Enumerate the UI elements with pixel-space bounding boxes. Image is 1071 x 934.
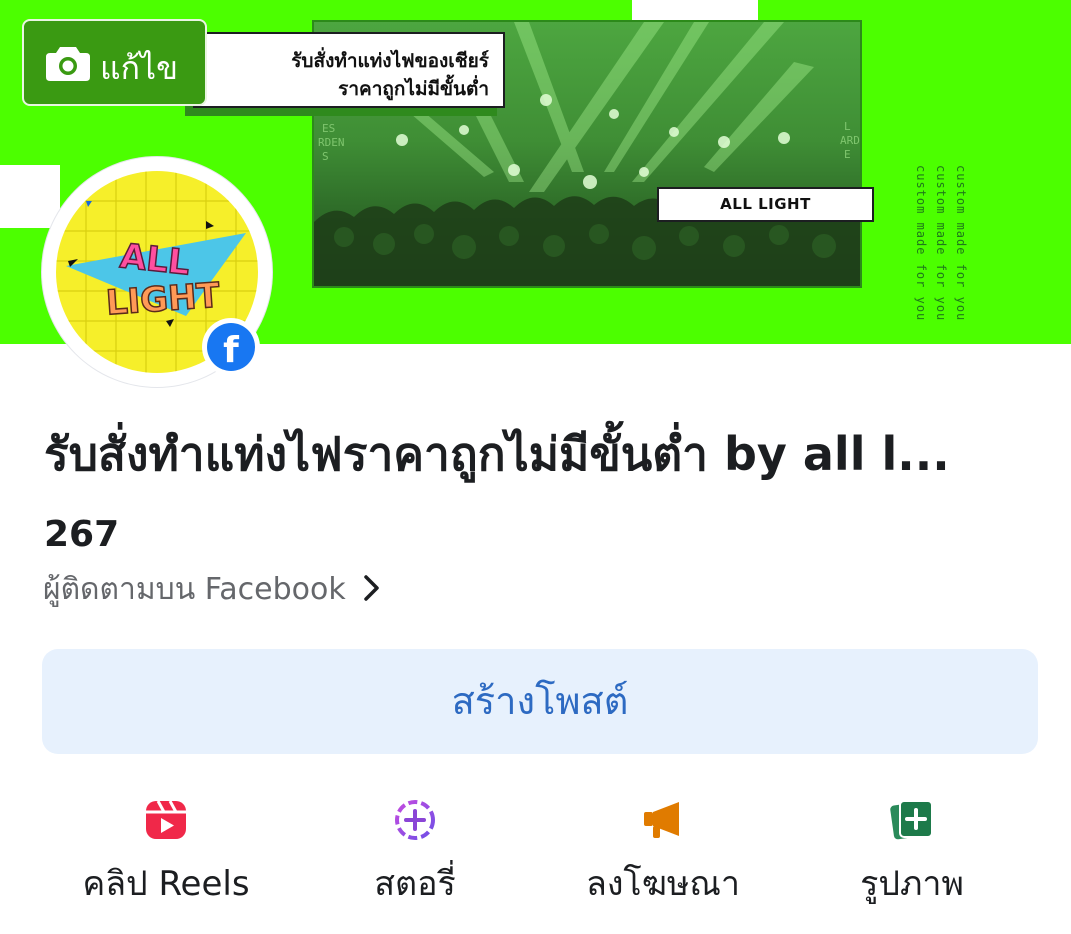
svg-text:L: L xyxy=(844,120,851,133)
reels-icon xyxy=(146,800,186,839)
followers-label: ผู้ติดตามบน Facebook xyxy=(43,572,346,607)
cover-tag: ALL LIGHT xyxy=(657,187,874,222)
megaphone-icon xyxy=(644,802,679,838)
photo-button[interactable]: รูปภาพ xyxy=(832,790,992,904)
story-button[interactable]: สตอรี่ xyxy=(330,790,500,904)
edit-cover-button[interactable]: แก้ไข xyxy=(22,19,207,106)
cover-vertical-text-3: custom made for you xyxy=(954,165,968,322)
cover-title-line-1: รับสั่งทำแท่งไฟของเชียร์ xyxy=(291,50,489,72)
page-title: รับสั่งทำแท่งไฟราคาถูกไม่มีขั้นต่ำ by al… xyxy=(44,427,950,481)
svg-text:RDEN: RDEN xyxy=(318,136,345,149)
story-label: สตอรี่ xyxy=(374,864,456,904)
reels-label: คลิป Reels xyxy=(82,864,250,904)
cover-title-line-2: ราคาถูกไม่มีขั้นต่ำ xyxy=(338,78,489,100)
svg-text:ARD: ARD xyxy=(840,134,860,147)
create-post-button[interactable]: สร้างโพสต์ xyxy=(42,649,1038,754)
action-bar: คลิป Reels สตอรี่ ลงโฆษณา รูปภาพ xyxy=(0,790,1071,904)
ads-label: ลงโฆษณา xyxy=(586,864,740,904)
cover-decor-strip xyxy=(0,165,60,228)
cover-title-box: รับสั่งทำแท่งไฟของเชียร์ ราคาถูกไม่มีขั้… xyxy=(193,32,505,108)
ads-button[interactable]: ลงโฆษณา xyxy=(568,790,758,904)
followers-link[interactable]: ผู้ติดตามบน Facebook xyxy=(43,566,383,613)
logo-text-light: LIGHT xyxy=(105,276,222,324)
chevron-right-icon xyxy=(364,575,379,601)
svg-text:E: E xyxy=(844,148,851,161)
photo-add-icon xyxy=(890,800,933,840)
followers-count: 267 xyxy=(44,514,120,555)
photo-label: รูปภาพ xyxy=(860,864,964,904)
edit-cover-label: แก้ไข xyxy=(100,49,178,87)
svg-text:ES: ES xyxy=(322,122,335,135)
cover-vertical-text-2: custom made for you xyxy=(934,165,948,322)
logo-text-all: ALL xyxy=(118,236,191,283)
cover-vertical-text-1: custom made for you xyxy=(914,165,928,322)
story-add-icon xyxy=(395,800,435,840)
facebook-badge: f xyxy=(202,318,260,376)
camera-icon xyxy=(46,47,90,81)
svg-text:S: S xyxy=(322,150,329,163)
facebook-logo-icon: f xyxy=(207,323,255,371)
reels-button[interactable]: คลิป Reels xyxy=(66,790,266,904)
